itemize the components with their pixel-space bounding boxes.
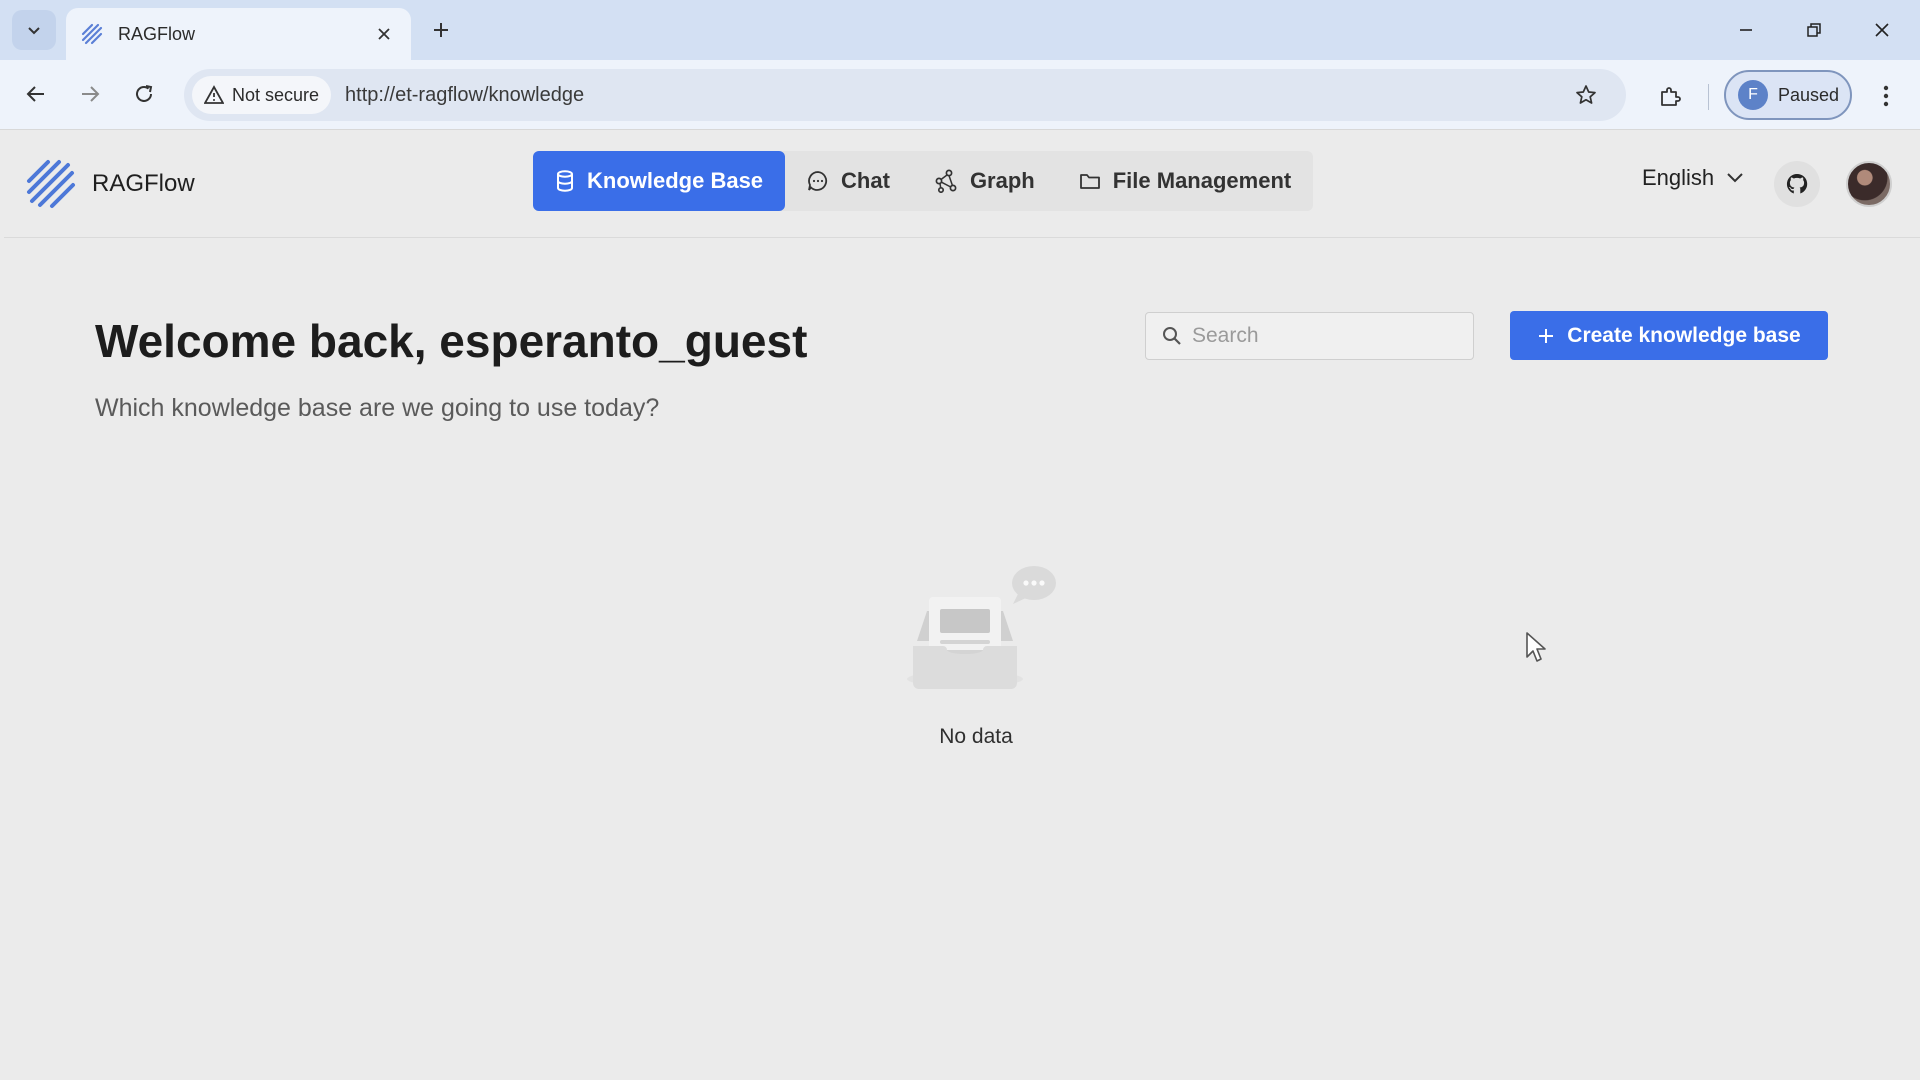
security-indicator[interactable]: Not secure (192, 76, 332, 114)
app-logo[interactable]: RAGFlow (26, 159, 195, 209)
browser-menu-button[interactable] (1866, 74, 1906, 118)
minimize-window-button[interactable] (1722, 10, 1770, 50)
create-knowledge-base-button[interactable]: Create knowledge base (1510, 311, 1828, 360)
security-label: Not secure (232, 84, 320, 105)
nav-graph[interactable]: Graph (912, 151, 1057, 211)
puzzle-icon (1661, 87, 1681, 106)
url-text[interactable]: http://et-ragflow/knowledge (345, 84, 1564, 107)
browser-toolbar: Not secure http://et-ragflow/knowledge F… (0, 60, 1920, 130)
graph-nodes-icon (935, 169, 957, 193)
profile-status: Paused (1778, 84, 1840, 105)
nav-graph-label: Graph (969, 168, 1035, 193)
new-tab-button[interactable] (425, 14, 457, 46)
nav-file-management-label: File Management (1112, 168, 1292, 193)
nav-knowledge-base-label: Knowledge Base (587, 168, 764, 193)
nav-chat-label: Chat (841, 168, 890, 193)
reload-button[interactable] (124, 74, 164, 114)
language-label: English (1642, 165, 1715, 190)
mouse-cursor-icon (1526, 632, 1546, 662)
plus-icon (1539, 328, 1554, 343)
user-avatar[interactable] (1846, 161, 1892, 207)
github-button[interactable] (1774, 161, 1820, 207)
restore-window-button[interactable] (1790, 10, 1838, 50)
folder-icon (1079, 174, 1100, 189)
main-nav: Knowledge Base Chat Graph File Managemen… (533, 151, 1314, 211)
search-input[interactable] (1192, 324, 1462, 348)
back-button[interactable] (16, 74, 56, 114)
search-icon (1163, 327, 1181, 345)
language-selector[interactable]: English (1642, 165, 1744, 191)
create-knowledge-base-label: Create knowledge base (1567, 323, 1801, 347)
reload-icon (136, 85, 153, 102)
bookmark-star-icon[interactable] (1564, 73, 1608, 117)
tab-search-button[interactable] (12, 10, 56, 50)
welcome-heading: Welcome back, esperanto_guest (95, 315, 808, 367)
database-icon (557, 170, 573, 192)
tab-title: RAGFlow (118, 23, 196, 44)
address-bar[interactable]: Not secure http://et-ragflow/knowledge (184, 69, 1626, 121)
nav-file-management[interactable]: File Management (1057, 151, 1313, 211)
tab-close-icon[interactable] (371, 21, 397, 47)
profile-button[interactable]: F Paused (1724, 70, 1852, 120)
warning-triangle-icon (204, 85, 224, 104)
knowledge-search (1145, 312, 1474, 360)
empty-state-text: No data (939, 725, 1013, 748)
more-vertical-icon (1883, 85, 1889, 107)
close-window-button[interactable] (1858, 10, 1906, 50)
plus-icon (434, 23, 448, 37)
restore-icon (1807, 23, 1821, 37)
chevron-down-icon (1727, 173, 1743, 183)
nav-knowledge-base[interactable]: Knowledge Base (533, 151, 786, 211)
app-header: RAGFlow Knowledge Base Chat Graph File M… (4, 131, 1920, 238)
brand-name: RAGFlow (92, 170, 195, 197)
arrow-left-icon (26, 86, 44, 102)
github-icon (1786, 173, 1808, 194)
extensions-button[interactable] (1648, 74, 1692, 118)
chat-bubble-icon (808, 171, 828, 191)
arrow-right-icon (82, 86, 100, 102)
welcome-subtitle: Which knowledge base are we going to use… (95, 394, 660, 422)
close-icon (1875, 23, 1889, 37)
toolbar-divider (1708, 84, 1709, 110)
empty-inbox-icon (907, 566, 1056, 689)
forward-button[interactable] (70, 74, 110, 114)
app-window: RAGFlow Knowledge Base Chat Graph File M… (4, 131, 1920, 1080)
ragflow-logo-icon (27, 160, 75, 208)
nav-chat[interactable]: Chat (785, 151, 912, 211)
profile-avatar: F (1738, 80, 1768, 110)
ragflow-favicon-icon (81, 23, 103, 45)
browser-tab[interactable]: RAGFlow (66, 8, 411, 60)
minimize-icon (1740, 29, 1752, 31)
chevron-down-icon (28, 27, 40, 35)
browser-tab-strip: RAGFlow (0, 0, 1920, 60)
